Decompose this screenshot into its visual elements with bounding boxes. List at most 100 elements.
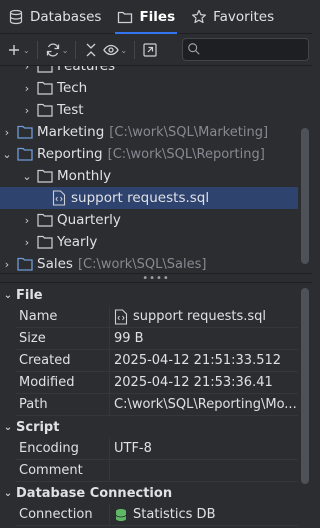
search-input[interactable] — [205, 40, 305, 59]
property-row[interactable]: Connection Statistics DB — [16, 503, 298, 526]
tree-item-label: Yearly — [57, 234, 98, 250]
database-connection-icon — [115, 508, 127, 521]
property-value: support requests.sql — [110, 306, 298, 328]
property-value-text: support requests.sql — [133, 309, 267, 324]
tree-item-label: Sales — [37, 256, 73, 272]
property-value: 99 B — [114, 331, 144, 346]
tree-item-label: Monthly — [57, 168, 112, 184]
star-icon — [192, 9, 207, 23]
folder-icon — [37, 213, 53, 227]
tab-favorites-label: Favorites — [213, 8, 275, 25]
add-icon — [9, 45, 19, 55]
tree-item-path: [C:\work\SQL\Reporting] — [107, 146, 265, 162]
toolbar: ⌄ ⌄ ⌄ — [0, 35, 312, 65]
section-script[interactable]: ⌄ Script — [0, 416, 298, 438]
chevron-down-icon: ⌄ — [120, 45, 128, 55]
chevron-right-icon[interactable]: › — [20, 214, 34, 227]
property-name: Connection — [16, 503, 110, 526]
tab-files[interactable]: Files — [109, 0, 183, 34]
properties-panel: ⌄ File Name support requests.sql Size 99… — [0, 284, 312, 528]
folder-icon — [37, 103, 53, 117]
folder-icon — [37, 235, 53, 249]
tree-scrollbar[interactable] — [301, 128, 309, 264]
property-row[interactable]: Name support requests.sql — [16, 305, 298, 328]
tree-item[interactable]: › Quarterly — [0, 209, 298, 231]
tree-item-label: Quarterly — [57, 212, 121, 228]
chevron-right-icon[interactable]: › — [20, 236, 34, 249]
toolbar-separator — [134, 41, 136, 59]
toolbar-separator — [75, 41, 77, 59]
tree-item[interactable]: ⌄ Monthly — [0, 165, 298, 187]
tree-item-label: Features — [57, 65, 116, 74]
chevron-down-icon[interactable]: ⌄ — [0, 488, 16, 499]
section-database-connection[interactable]: ⌄ Database Connection — [0, 482, 298, 504]
property-row[interactable]: Created 2025-04-12 21:51:33.512 — [16, 349, 298, 372]
chevron-right-icon[interactable]: › — [0, 126, 14, 139]
folder-icon — [118, 11, 133, 23]
tab-files-label: Files — [139, 8, 176, 25]
tree-item-label: Test — [57, 102, 84, 118]
navigate-button[interactable] — [140, 39, 160, 61]
search-box[interactable] — [182, 38, 309, 61]
chevron-right-icon[interactable]: › — [20, 104, 34, 117]
property-row[interactable]: Size 99 B — [16, 327, 298, 350]
add-button[interactable]: ⌄ — [4, 39, 32, 61]
tree-item[interactable]: › Sales [C:\work\SQL\Sales] — [0, 253, 298, 273]
property-row[interactable]: Encoding UTF-8 — [16, 437, 298, 460]
chevron-right-icon[interactable]: › — [20, 66, 34, 73]
property-value: C:\work\SQL\Reporting\Mo... — [114, 397, 297, 412]
panel-splitter[interactable]: •••• — [0, 273, 312, 284]
tree-item[interactable]: › Features — [0, 65, 298, 77]
property-value: UTF-8 — [114, 441, 152, 456]
eye-icon — [103, 44, 120, 56]
tab-databases[interactable]: Databases — [0, 0, 109, 33]
tree-item[interactable]: › Test — [0, 99, 298, 121]
tree-item-path: [C:\work\SQL\Sales] — [77, 256, 207, 272]
property-value: 2025-04-12 21:51:33.512 — [114, 353, 282, 368]
sql-file-icon — [52, 190, 66, 206]
property-row[interactable]: Path C:\work\SQL\Reporting\Mo... — [16, 393, 298, 416]
folder-icon — [37, 169, 53, 183]
tree-item-label: Marketing — [37, 124, 105, 140]
property-value-text: Statistics DB — [133, 507, 216, 522]
chevron-right-icon[interactable]: › — [20, 82, 34, 95]
tab-favorites[interactable]: Favorites — [183, 0, 282, 33]
tab-databases-label: Databases — [30, 8, 102, 25]
root-folder-icon — [17, 147, 33, 161]
property-value: 2025-04-12 21:53:36.41 — [114, 375, 273, 390]
property-row[interactable]: Comment — [16, 459, 298, 482]
properties-scrollbar[interactable] — [301, 288, 309, 484]
tree-item[interactable]: › Tech — [0, 77, 298, 99]
root-folder-icon — [17, 125, 33, 139]
section-title: Database Connection — [16, 485, 173, 501]
database-icon — [9, 9, 23, 24]
tree-item[interactable]: ⌄ Reporting [C:\work\SQL\Reporting] — [0, 143, 298, 165]
toolbar-separator — [36, 41, 38, 59]
chevron-down-icon[interactable]: ⌄ — [20, 170, 34, 183]
tree-item[interactable]: › Marketing [C:\work\SQL\Marketing] — [0, 121, 298, 143]
chevron-down-icon: ⌄ — [61, 45, 69, 55]
chevron-down-icon: ⌄ — [23, 45, 30, 55]
property-value[interactable] — [110, 460, 298, 482]
refresh-button[interactable]: ⌄ — [43, 39, 71, 61]
chevron-down-icon[interactable]: ⌄ — [0, 148, 14, 161]
property-value: Statistics DB — [110, 504, 298, 526]
collapse-icon — [86, 43, 96, 57]
folder-icon — [37, 81, 53, 95]
chevron-down-icon[interactable]: ⌄ — [0, 290, 16, 301]
collapse-all-button[interactable] — [81, 39, 101, 61]
tree-item-label: Reporting — [37, 146, 103, 162]
section-file[interactable]: ⌄ File — [0, 284, 298, 306]
tree-item-selected[interactable]: support requests.sql — [0, 187, 298, 209]
property-name: Comment — [16, 459, 110, 482]
chevron-right-icon[interactable]: › — [0, 258, 14, 271]
root-folder-icon — [17, 257, 33, 271]
section-title: File — [16, 287, 43, 303]
sql-file-icon — [114, 308, 128, 325]
file-tree: › Features › Tech › Test › Marketing [C:… — [0, 65, 312, 273]
tree-item-path: [C:\work\SQL\Marketing] — [109, 124, 269, 140]
tree-item[interactable]: › Yearly — [0, 231, 298, 253]
chevron-down-icon[interactable]: ⌄ — [0, 422, 16, 433]
property-row[interactable]: Modified 2025-04-12 21:53:36.41 — [16, 371, 298, 394]
view-options-button[interactable]: ⌄ — [101, 39, 129, 61]
